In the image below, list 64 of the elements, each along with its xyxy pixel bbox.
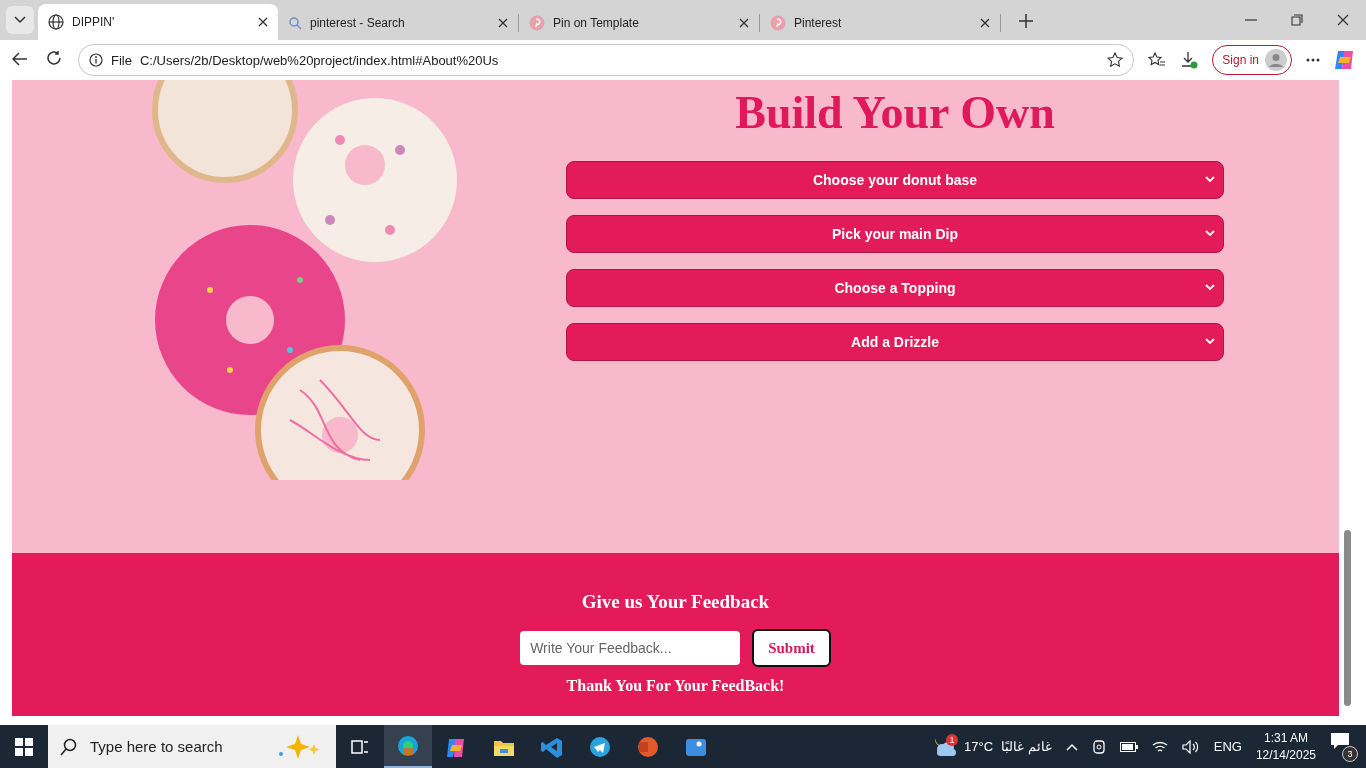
star-icon[interactable]	[1107, 52, 1124, 68]
chevron-down-icon	[14, 16, 26, 24]
chevron-down-icon	[1205, 338, 1215, 345]
photos-icon	[686, 738, 706, 756]
notifications-button[interactable]: 3	[1330, 731, 1358, 762]
section-heading: Build Your Own	[734, 86, 1056, 139]
url-scheme: File	[111, 52, 132, 68]
chevron-down-icon	[1205, 284, 1215, 291]
submit-button[interactable]: Submit	[752, 629, 831, 667]
feedback-input[interactable]: Write Your Feedback...	[520, 631, 741, 665]
camera-icon[interactable]	[1091, 738, 1106, 755]
chat-bubble-icon	[1330, 731, 1350, 750]
weather-condition: غائم غالبًا	[1001, 739, 1052, 754]
browser-tab[interactable]: pinterest - Search	[278, 6, 518, 40]
favorites-icon[interactable]	[1148, 52, 1167, 68]
battery-icon[interactable]	[1119, 741, 1138, 752]
wifi-icon[interactable]	[1151, 739, 1168, 754]
pin-logo-icon	[770, 15, 786, 31]
edge-browser-icon	[398, 735, 418, 756]
dropdown[interactable]: Add a Drizzle	[566, 323, 1224, 361]
close-icon[interactable]	[739, 18, 749, 28]
feedback-title: Give us Your Feedback	[581, 591, 770, 613]
info-icon	[89, 53, 103, 67]
plus-icon[interactable]	[1018, 13, 1034, 29]
copilot-icon[interactable]	[1334, 49, 1356, 71]
browser-tab[interactable]: Pinterest	[760, 6, 1000, 40]
close-icon[interactable]	[258, 17, 268, 27]
search-icon	[288, 16, 302, 30]
copilot-icon	[447, 738, 464, 757]
slides-icon	[638, 736, 658, 757]
weather-badge: 1	[946, 733, 959, 746]
temperature-text: 17°C	[964, 739, 994, 754]
url-text: C:/Users/2b/Desktop/web%20project/index.html#About%20Us	[139, 52, 500, 68]
maximize-icon[interactable]	[1291, 14, 1303, 26]
download-icon[interactable]	[1180, 51, 1199, 69]
code-editor-icon	[541, 737, 562, 758]
clock[interactable]: 1:31 AM 12/14/2025	[1255, 731, 1316, 762]
close-icon[interactable]	[980, 18, 990, 28]
chevron-down-icon	[1205, 230, 1215, 237]
dropdown[interactable]: Choose a Topping	[566, 269, 1224, 307]
pin-logo-icon	[529, 15, 545, 31]
dropdown[interactable]: Pick your main Dip	[566, 215, 1224, 253]
reload-icon[interactable]	[46, 49, 62, 66]
speaker-icon[interactable]	[1181, 739, 1200, 754]
browser-tab[interactable]: DIPPIN'	[38, 4, 278, 40]
browser-tab[interactable]: Pin on Template	[519, 6, 759, 40]
windows-logo-icon	[15, 737, 33, 756]
caret-up-icon[interactable]	[1065, 742, 1078, 751]
chevron-down-icon	[1205, 176, 1215, 183]
tab-list-button[interactable]	[6, 6, 34, 34]
back-arrow-icon[interactable]	[12, 51, 28, 66]
close-icon[interactable]	[498, 18, 508, 28]
thanks-text: Thank You For Your FeedBack!	[566, 677, 785, 695]
avatar-icon	[1265, 49, 1287, 71]
globe-icon	[48, 14, 64, 30]
dropdown[interactable]: Choose your donut base	[566, 161, 1224, 199]
task-view-icon	[351, 739, 369, 754]
paper-plane-icon	[590, 736, 610, 757]
taskbar-search-field[interactable]: Type here to search	[48, 725, 336, 768]
folder-icon	[494, 740, 514, 756]
language-indicator[interactable]: ENG	[1213, 739, 1242, 754]
more-icon[interactable]	[1306, 58, 1320, 62]
search-icon	[60, 737, 78, 756]
close-icon[interactable]	[1337, 14, 1349, 26]
